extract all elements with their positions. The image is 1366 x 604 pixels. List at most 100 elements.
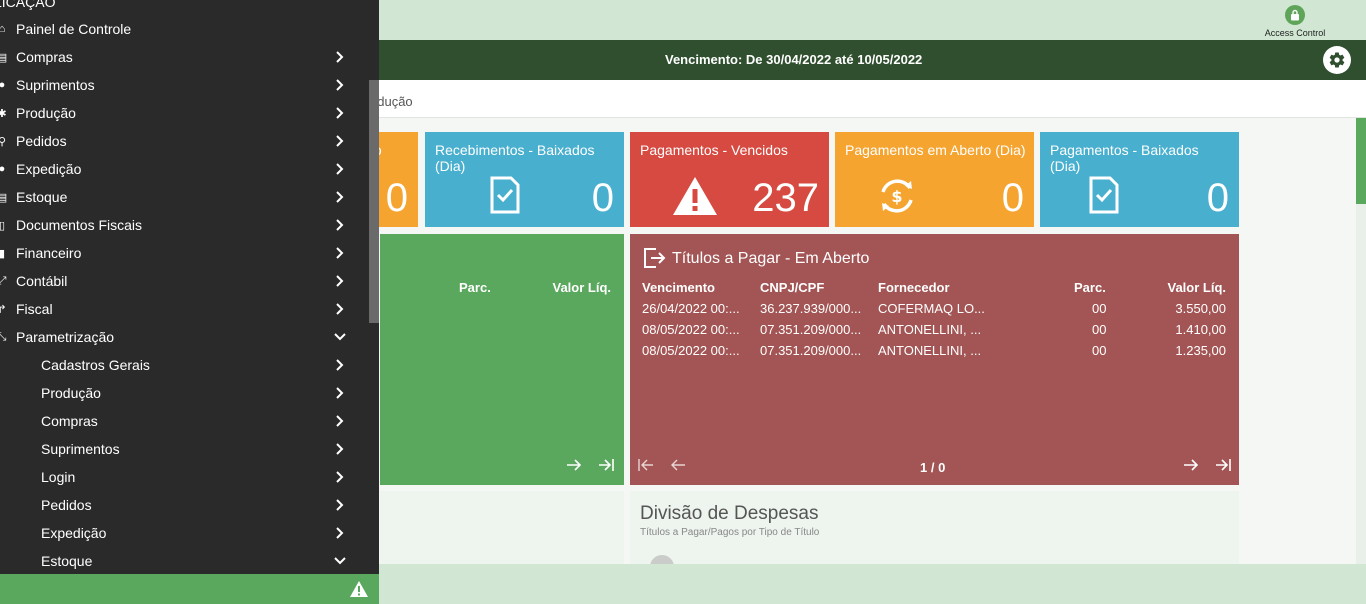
truck-icon: ● bbox=[0, 163, 6, 175]
check-document-icon bbox=[489, 176, 521, 219]
sidebar-subitem[interactable]: Cadastros Gerais bbox=[0, 351, 368, 379]
titulos-pagar-panel: Títulos a Pagar - Em Aberto Vencimento C… bbox=[630, 234, 1239, 485]
sidebar-subitem[interactable]: Compras bbox=[0, 407, 368, 435]
first-page-icon[interactable] bbox=[638, 458, 654, 477]
column-header-parc: Parc. bbox=[1074, 280, 1106, 295]
column-header-cnpj: CNPJ/CPF bbox=[760, 280, 825, 295]
sidebar-item[interactable]: ↱ Fiscal bbox=[0, 295, 368, 323]
document-icon: ▯ bbox=[0, 219, 6, 232]
sidebar-subitem[interactable]: Expedição bbox=[0, 519, 368, 547]
tile-value: 0 bbox=[385, 176, 408, 220]
cell-cnpj: 07.351.209/000... bbox=[760, 343, 862, 358]
due-date-period: Vencimento: De 30/04/2022 até 10/05/2022 bbox=[665, 52, 923, 67]
money-icon: ▮ bbox=[0, 247, 6, 260]
wrench-icon: ⤡ bbox=[0, 330, 7, 343]
sidebar-item[interactable]: ⚲ Pedidos bbox=[0, 127, 368, 155]
column-header-valor: Valor Líq. bbox=[552, 280, 611, 295]
tile-pagamentos-baixados[interactable]: Pagamentos - Baixados (Dia) 0 bbox=[1040, 132, 1239, 227]
cell-vencimento: 08/05/2022 00:... bbox=[642, 343, 740, 358]
sidebar-item-label: Estoque bbox=[16, 189, 68, 205]
cell-fornecedor: ANTONELLINI, ... bbox=[878, 322, 982, 337]
sidebar-section-title: LICAÇÃO bbox=[0, 0, 56, 10]
sidebar-item[interactable]: ● Suprimentos bbox=[0, 71, 368, 99]
sidebar-item-label: Compras bbox=[16, 49, 73, 65]
panel-subtitle: Títulos a Pagar/Pagos por Tipo de Título bbox=[640, 527, 820, 538]
sidebar-item-label: Contábil bbox=[16, 273, 68, 289]
cell-valor: 1.235,00 bbox=[1175, 343, 1226, 358]
chevron-right-icon bbox=[333, 302, 347, 316]
tile-title: Recebimentos - Baixados (Dia) bbox=[435, 142, 595, 174]
cell-parc: 00 bbox=[1092, 301, 1107, 316]
stock-icon: ▤ bbox=[0, 191, 8, 204]
page-scrollbar-thumb[interactable] bbox=[1356, 118, 1366, 204]
sidebar-item[interactable]: ▯ Documentos Fiscais bbox=[0, 211, 368, 239]
sidebar-subitem[interactable]: Pedidos bbox=[0, 491, 368, 519]
sidebar-subitem[interactable]: Estoque bbox=[0, 547, 368, 575]
sidebar-item-label: Pedidos bbox=[41, 497, 92, 513]
sidebar-item[interactable]: ▮ Financeiro bbox=[0, 239, 368, 267]
tile-title: Pagamentos - Baixados (Dia) bbox=[1050, 142, 1199, 174]
chevron-right-icon bbox=[333, 526, 347, 540]
sidebar-scrollbar-thumb[interactable] bbox=[369, 80, 379, 323]
exit-arrow-icon bbox=[642, 246, 666, 275]
sidebar-menu: LICAÇÃO ⌂ Painel de Controle ▤ Compras ● Supr… bbox=[0, 0, 379, 604]
sidebar-item[interactable]: ✱ Produção bbox=[0, 99, 368, 127]
last-page-icon[interactable] bbox=[1215, 458, 1231, 477]
tile-recebimentos-baixados[interactable]: Recebimentos - Baixados (Dia) 0 bbox=[425, 132, 624, 227]
tile-pagamentos-aberto[interactable]: Pagamentos em Aberto (Dia) $ 0 bbox=[835, 132, 1034, 227]
tile-title: Pagamentos em Aberto (Dia) bbox=[845, 142, 1026, 158]
cog-icon: ✱ bbox=[0, 107, 7, 120]
chevron-right-icon bbox=[333, 134, 347, 148]
column-header-parc: Parc. bbox=[459, 280, 491, 295]
previous-page-icon[interactable] bbox=[670, 458, 686, 477]
divisao-despesas-panel: Divisão de Despesas Títulos a Pagar/Pago… bbox=[630, 491, 1239, 579]
panel-title: Títulos a Pagar - Em Aberto bbox=[672, 250, 870, 267]
svg-text:$: $ bbox=[891, 187, 902, 206]
sidebar-item-label: Compras bbox=[41, 413, 98, 429]
titulos-receber-panel: Parc. Valor Líq. bbox=[380, 234, 624, 485]
chevron-right-icon bbox=[333, 162, 347, 176]
box-icon: ● bbox=[0, 79, 6, 91]
cell-parc: 00 bbox=[1092, 343, 1107, 358]
tile-value: 0 bbox=[591, 176, 614, 220]
next-page-icon[interactable] bbox=[1183, 458, 1199, 477]
sidebar-item[interactable]: ▤ Estoque bbox=[0, 183, 368, 211]
cell-vencimento: 26/04/2022 00:... bbox=[642, 301, 740, 316]
access-control-button[interactable]: Access Control bbox=[1260, 5, 1330, 38]
next-page-icon[interactable] bbox=[566, 458, 582, 477]
sidebar-item[interactable]: ● Expedição bbox=[0, 155, 368, 183]
last-page-icon[interactable] bbox=[598, 458, 614, 477]
sidebar-subitem[interactable]: Suprimentos bbox=[0, 435, 368, 463]
chevron-right-icon bbox=[333, 190, 347, 204]
sidebar-item-label: Suprimentos bbox=[16, 77, 95, 93]
sidebar-item[interactable]: ⤢ Contábil bbox=[0, 267, 368, 295]
cell-fornecedor: ANTONELLINI, ... bbox=[878, 343, 982, 358]
tile-value: 0 bbox=[1001, 176, 1024, 220]
sidebar-item-label: Parametrização bbox=[16, 329, 115, 345]
cell-fornecedor: COFERMAQ LO... bbox=[878, 301, 985, 316]
settings-button[interactable] bbox=[1323, 46, 1351, 74]
warning-icon[interactable] bbox=[349, 580, 369, 603]
access-control-label: Access Control bbox=[1264, 28, 1326, 38]
chevron-right-icon bbox=[333, 386, 347, 400]
sidebar-item-label: Produção bbox=[41, 385, 101, 401]
sidebar-item-label: Login bbox=[41, 469, 76, 485]
chevron-down-icon bbox=[333, 330, 347, 344]
sidebar-item-label: Documentos Fiscais bbox=[16, 217, 143, 233]
sidebar-item[interactable]: ⌂ Painel de Controle bbox=[0, 15, 368, 43]
chart-icon: ⤢ bbox=[0, 274, 7, 287]
sidebar-item-label: Expedição bbox=[16, 161, 82, 177]
cell-cnpj: 07.351.209/000... bbox=[760, 322, 862, 337]
sidebar-item-label: Cadastros Gerais bbox=[41, 357, 150, 373]
sidebar-footer bbox=[0, 574, 379, 604]
sidebar-item-label: Expedição bbox=[41, 525, 107, 541]
chevron-right-icon bbox=[333, 470, 347, 484]
bottom-left-panel bbox=[380, 491, 624, 571]
chevron-right-icon bbox=[333, 274, 347, 288]
sidebar-item[interactable]: ⤡ Parametrização bbox=[0, 323, 368, 351]
column-header-valor: Valor Líq. bbox=[1167, 280, 1226, 295]
sidebar-subitem[interactable]: Login bbox=[0, 463, 368, 491]
sidebar-item[interactable]: ▤ Compras bbox=[0, 43, 368, 71]
tile-pagamentos-vencidos[interactable]: Pagamentos - Vencidos 237 bbox=[630, 132, 829, 227]
sidebar-subitem[interactable]: Produção bbox=[0, 379, 368, 407]
